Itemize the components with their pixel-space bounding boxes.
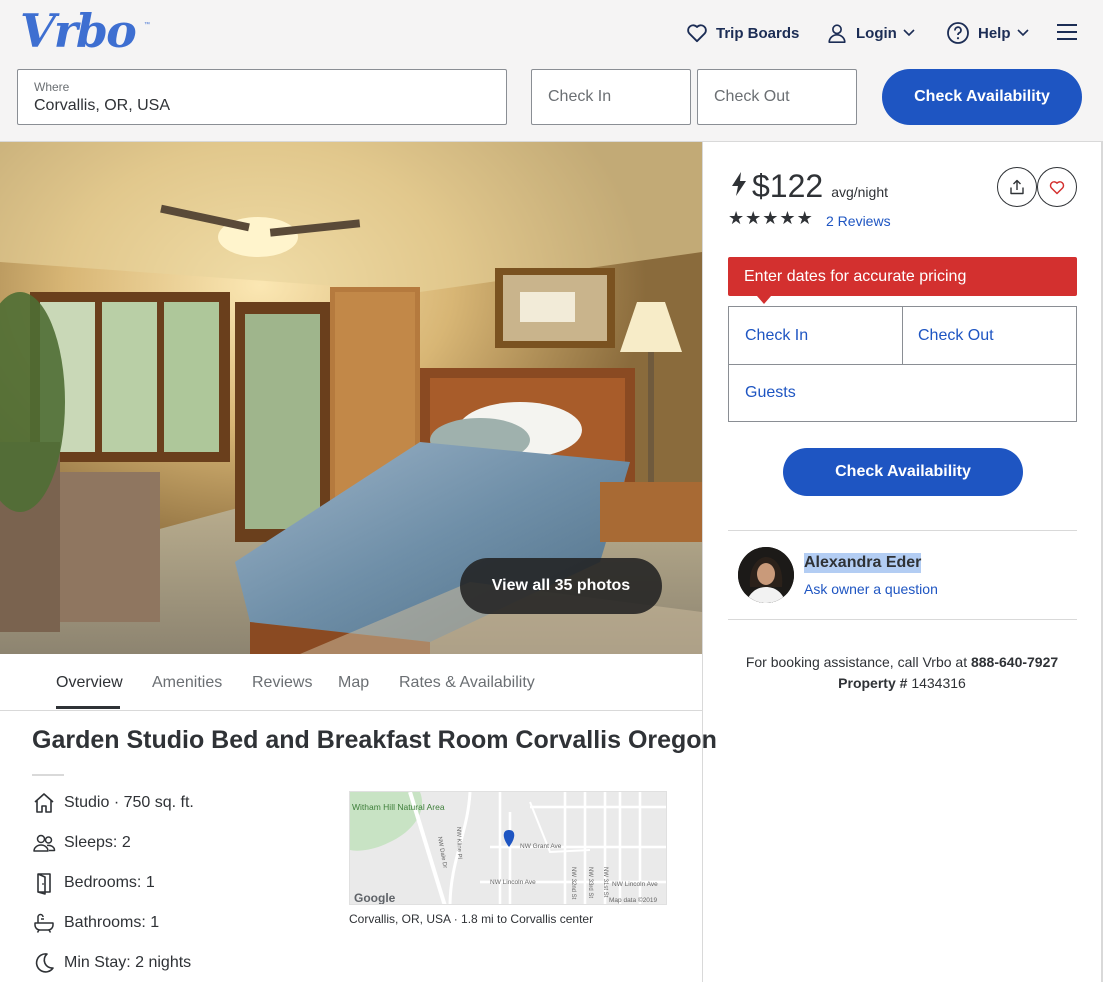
login-menu[interactable]: Login — [826, 21, 915, 45]
nightly-price: $122 — [752, 168, 824, 204]
user-icon — [828, 24, 846, 43]
star-icon: ★ — [728, 208, 745, 228]
map-label-park: Witham Hill Natural Area — [352, 802, 445, 812]
where-field[interactable]: Where Corvallis, OR, USA — [17, 69, 507, 125]
map-image: Witham Hill Natural Area NW Grant Ave NW… — [350, 792, 666, 905]
trip-boards-link[interactable]: Trip Boards — [686, 21, 799, 45]
price-unit: avg/night — [831, 184, 889, 200]
booking-guests[interactable]: Guests — [745, 384, 796, 402]
fact-min-stay: Min Stay: 2 nights — [32, 950, 191, 976]
lightning-icon — [732, 172, 746, 196]
fact-bedrooms: Bedrooms: 1 — [32, 870, 155, 896]
booking-check-out[interactable]: Check Out — [918, 327, 994, 345]
fact-bathrooms: Bathrooms: 1 — [32, 910, 159, 936]
star-icon: ★ — [745, 208, 762, 228]
map-label-31st: NW 31st St — [602, 867, 608, 898]
heart-icon — [687, 24, 707, 43]
check-out-field[interactable]: Check Out — [697, 69, 857, 125]
booking-form: Check In Check Out Guests — [728, 306, 1077, 422]
price-summary: $122 avg/night — [730, 168, 888, 205]
map-caption-distance: 1.8 mi to Corvallis center — [461, 912, 594, 926]
owner-name: Alexandra Eder — [804, 553, 922, 573]
map-label-lincoln: NW Lincoln Ave — [490, 879, 536, 886]
tab-map[interactable]: Map — [338, 674, 369, 692]
check-out-placeholder: Check Out — [714, 88, 790, 105]
assist-text: For booking assistance, call Vrbo at — [745, 654, 968, 670]
check-in-placeholder: Check In — [548, 88, 612, 105]
save-favorite-button[interactable] — [1037, 167, 1077, 207]
alert-pointer — [757, 296, 771, 304]
tab-rates-availability[interactable]: Rates & Availability — [399, 674, 535, 692]
property-number: 1434316 — [911, 675, 966, 691]
panel-divider — [702, 142, 703, 982]
owner-divider-top — [728, 530, 1077, 531]
title-divider — [32, 774, 64, 776]
reviews-link[interactable]: 2 Reviews — [826, 213, 891, 229]
people-icon — [33, 834, 56, 852]
view-all-photos-button[interactable]: View all 35 photos — [460, 558, 662, 614]
chevron-down-icon — [1016, 29, 1029, 37]
fact-property-type: Studio · 750 sq. ft. — [32, 790, 194, 816]
vrbo-logo[interactable]: Vrbo ™ — [20, 6, 150, 56]
pricing-alert: Enter dates for accurate pricing — [728, 257, 1077, 296]
booking-check-availability-button[interactable]: Check Availability — [783, 448, 1023, 496]
check-in-field[interactable]: Check In — [531, 69, 691, 125]
house-icon — [34, 793, 54, 813]
chevron-down-icon — [903, 29, 915, 37]
owner-photo — [738, 547, 794, 603]
bathtub-icon — [34, 913, 54, 933]
check-availability-button[interactable]: Check Availability — [882, 69, 1082, 125]
owner-divider-bottom — [728, 619, 1077, 620]
tab-amenities[interactable]: Amenities — [152, 674, 222, 692]
listing-photo[interactable]: View all 35 photos — [0, 142, 702, 654]
assist-phone[interactable]: 888-640-7927 — [971, 654, 1058, 670]
share-button[interactable] — [997, 167, 1037, 207]
heart-icon — [1049, 180, 1065, 194]
star-icon: ★ — [779, 208, 796, 228]
tab-reviews[interactable]: Reviews — [252, 674, 312, 692]
map-label-grant: NW Grant Ave — [520, 843, 562, 850]
rating-stars: ★ ★ ★ ★ ★ — [728, 208, 814, 228]
map-caption: Corvallis, OR, USA · 1.8 mi to Corvallis… — [349, 912, 594, 926]
site-header: Vrbo ™ Trip Boards Login Help Where Corv… — [0, 0, 1103, 142]
location-map[interactable]: Witham Hill Natural Area NW Grant Ave NW… — [349, 791, 667, 905]
moon-icon — [35, 953, 54, 973]
question-circle-icon — [947, 22, 969, 44]
google-logo: Google — [354, 891, 396, 905]
help-menu[interactable]: Help — [946, 21, 1029, 45]
tab-overview[interactable]: Overview — [56, 674, 123, 692]
map-caption-place: Corvallis, OR, USA — [349, 912, 451, 926]
listing-tabs: Overview Amenities Reviews Map Rates & A… — [0, 654, 702, 711]
star-icon: ★ — [762, 208, 779, 228]
map-label-kline: NW Kline Pl — [455, 827, 462, 859]
trip-boards-label: Trip Boards — [716, 24, 800, 42]
listing-title: Garden Studio Bed and Breakfast Room Cor… — [32, 726, 717, 754]
property-label: Property # — [838, 675, 908, 691]
fact-sleeps: Sleeps: 2 — [32, 830, 131, 856]
map-label-32nd: NW 32nd St — [570, 867, 576, 900]
door-icon — [37, 873, 51, 895]
map-attribution: Map data ©2019 — [609, 896, 658, 904]
star-icon: ★ — [796, 208, 813, 228]
active-tab-indicator — [56, 706, 120, 709]
booking-assistance: For booking assistance, call Vrbo at 888… — [703, 652, 1101, 694]
help-label: Help — [978, 24, 1011, 42]
where-label: Where — [34, 80, 70, 94]
where-value: Corvallis, OR, USA — [34, 97, 171, 114]
avatar — [738, 547, 794, 603]
login-label: Login — [856, 24, 897, 42]
share-icon — [1010, 179, 1024, 195]
logo-text: Vrbo — [20, 4, 137, 58]
ask-owner-link[interactable]: Ask owner a question — [804, 581, 938, 597]
map-label-33rd: NW 33rd St — [587, 867, 593, 898]
map-label-lincoln-east: NW Lincoln Ave — [612, 881, 658, 888]
menu-icon[interactable] — [1057, 24, 1077, 42]
booking-check-in[interactable]: Check In — [745, 327, 808, 345]
